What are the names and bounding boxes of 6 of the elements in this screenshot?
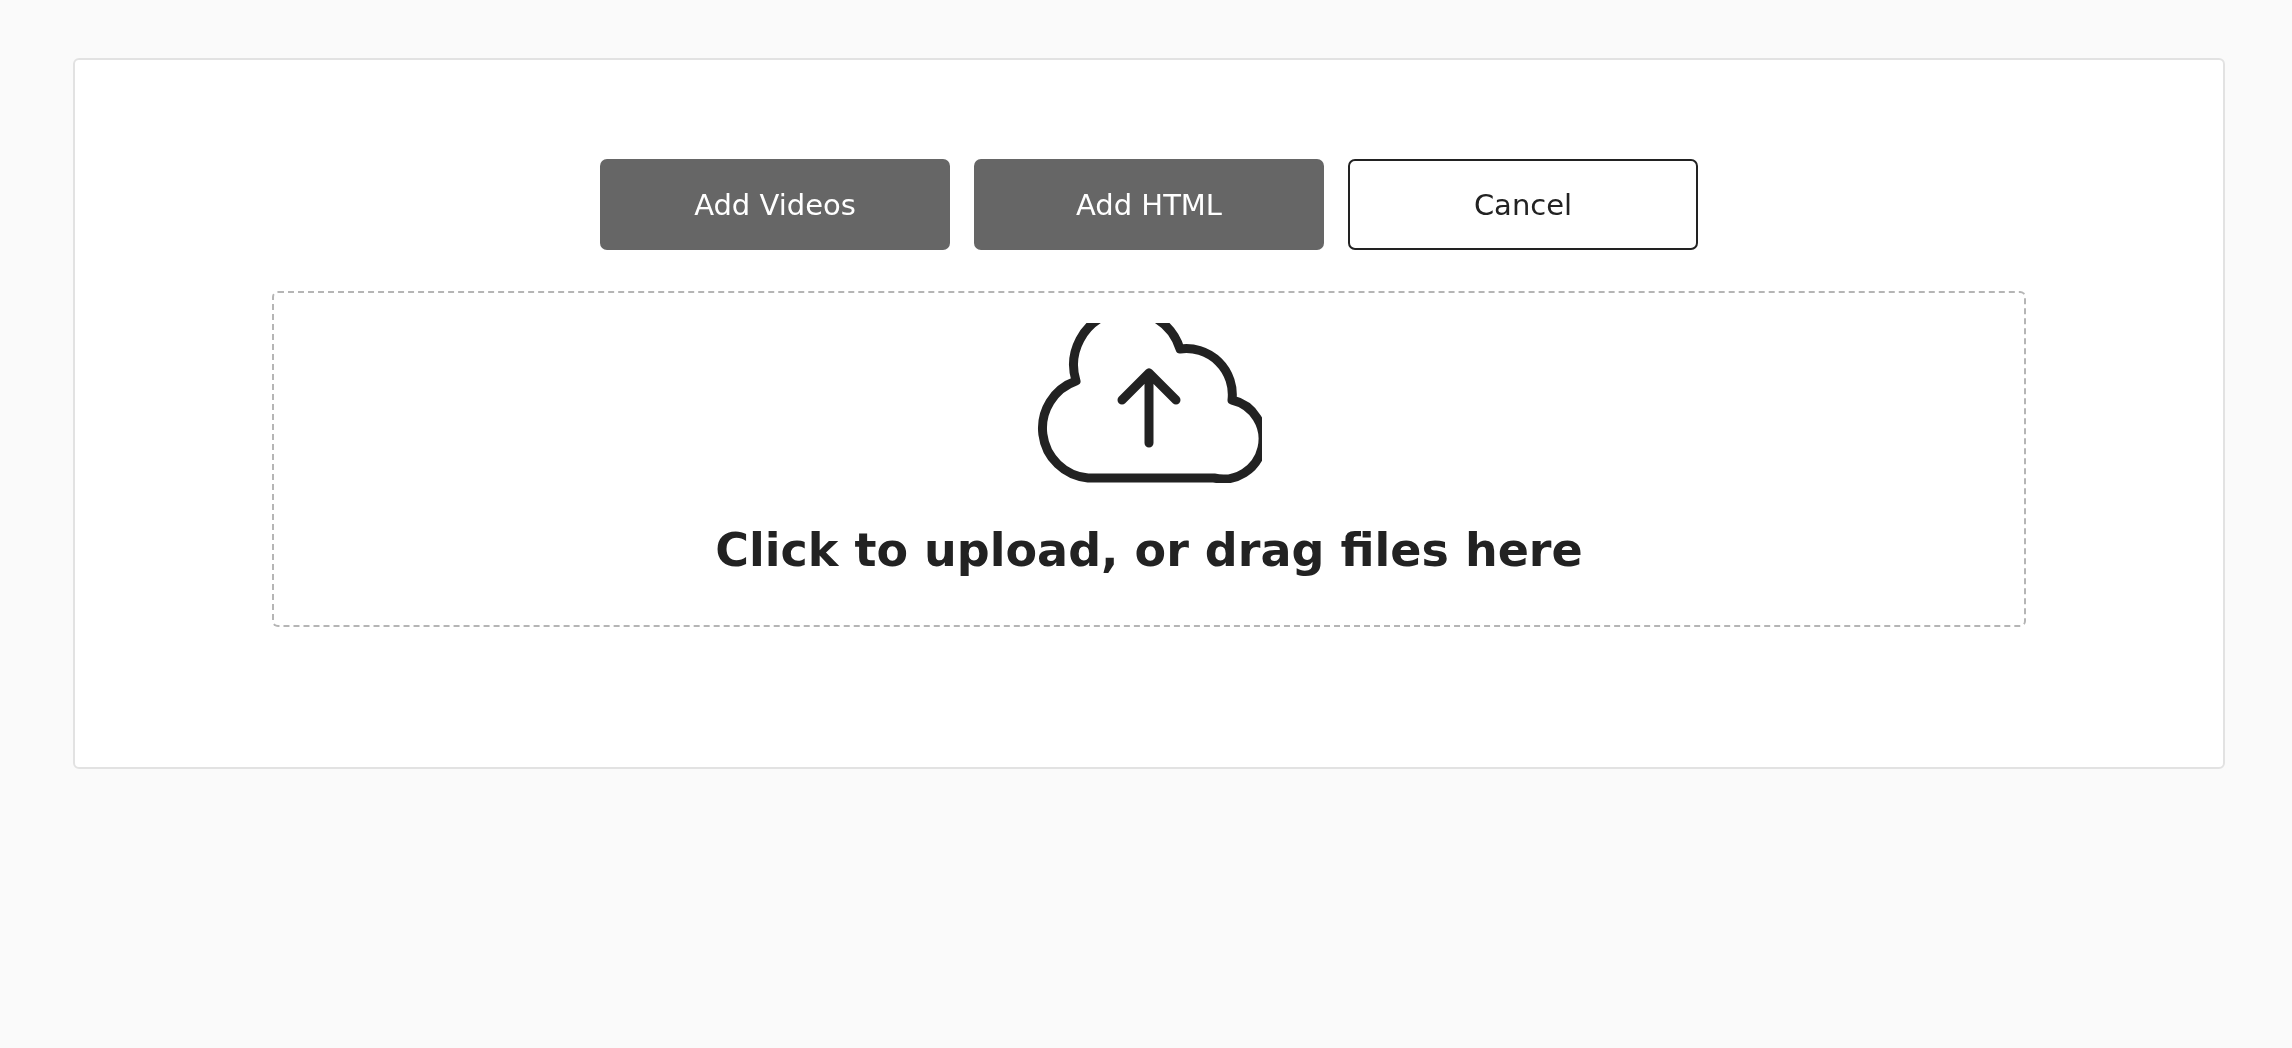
action-button[interactable]: Add Videos xyxy=(600,159,950,250)
upload-dropzone[interactable]: Click to upload, or drag files here xyxy=(272,291,2026,627)
action-button[interactable]: Add HTML xyxy=(974,159,1324,250)
cloud-upload-icon xyxy=(1036,323,1262,483)
upload-instruction: Click to upload, or drag files here xyxy=(715,523,1583,577)
action-button[interactable]: Cancel xyxy=(1348,159,1698,250)
